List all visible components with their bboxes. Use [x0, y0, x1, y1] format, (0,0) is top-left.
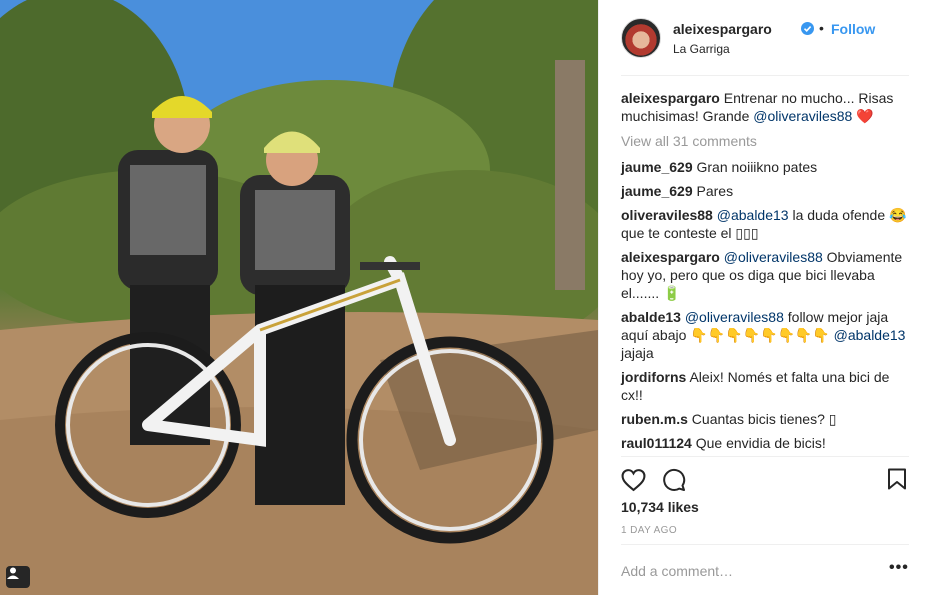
- comment-item: aleixespargaro @oliveraviles88 Obviament…: [621, 248, 913, 302]
- comment-item: jaume_629 Pares: [621, 182, 913, 200]
- separator-dot: •: [819, 20, 824, 36]
- comment-username[interactable]: raul011124: [621, 435, 692, 451]
- caption-username[interactable]: aleixespargaro: [621, 90, 720, 106]
- post-sidebar: aleixespargaro • Follow La Garriga aleix…: [598, 0, 931, 595]
- comment-username[interactable]: jordiforns: [621, 369, 686, 385]
- author-username[interactable]: aleixespargaro: [673, 21, 772, 37]
- follow-button[interactable]: Follow: [831, 21, 875, 37]
- bookmark-icon[interactable]: [887, 468, 907, 490]
- comment-username[interactable]: jaume_629: [621, 159, 693, 175]
- comment-mention[interactable]: @abalde13: [834, 327, 906, 343]
- add-comment-bar: •••: [621, 544, 909, 595]
- post-timestamp[interactable]: 1 DAY AGO: [621, 525, 677, 536]
- more-options-icon[interactable]: •••: [889, 559, 909, 577]
- verified-badge-icon: [801, 22, 814, 35]
- add-comment-input[interactable]: [621, 563, 871, 579]
- heart-icon[interactable]: [621, 468, 646, 492]
- comment-rows: jaume_629 Gran noiiikno pates jaume_629 P…: [621, 158, 913, 452]
- comment-username[interactable]: jaume_629: [621, 183, 693, 199]
- location-link[interactable]: La Garriga: [673, 42, 730, 56]
- caption: aleixespargaro Entrenar no mucho... Risa…: [621, 89, 913, 125]
- comments-list: aleixespargaro Entrenar no mucho... Risa…: [621, 89, 913, 458]
- user-tag-icon[interactable]: [6, 566, 30, 588]
- comment-text: Que envidia de bicis!: [695, 435, 826, 451]
- comment-item: jaume_629 Gran noiiikno pates: [621, 158, 913, 176]
- likes-count[interactable]: 10,734 likes: [621, 499, 699, 515]
- comment-text: jajaja: [621, 345, 654, 361]
- heart-emoji: ❤️: [856, 108, 874, 124]
- photo-illustration: [0, 0, 598, 595]
- view-all-comments-link[interactable]: View all 31 comments: [621, 132, 913, 150]
- comment-item: ruben.m.s Cuantas bicis tienes? ▯: [621, 410, 913, 428]
- comment-username[interactable]: abalde13: [621, 309, 681, 325]
- comment-username[interactable]: aleixespargaro: [621, 249, 720, 265]
- caption-mention[interactable]: @oliveraviles88: [753, 108, 852, 124]
- comment-username[interactable]: ruben.m.s: [621, 411, 688, 427]
- comment-text: Pares: [696, 183, 734, 199]
- action-bar: [621, 456, 909, 494]
- avatar[interactable]: [621, 18, 661, 58]
- comment-item: abalde13 @oliveraviles88 follow mejor ja…: [621, 308, 913, 362]
- comment-mention[interactable]: @oliveraviles88: [685, 309, 784, 325]
- comment-icon[interactable]: [662, 468, 686, 492]
- comment-mention[interactable]: @abalde13: [717, 207, 789, 223]
- comment-text: Gran noiiikno pates: [696, 159, 818, 175]
- post-photo[interactable]: [0, 0, 598, 595]
- comment-username[interactable]: oliveraviles88: [621, 207, 713, 223]
- comment-text: Cuantas bicis tienes? ▯: [691, 411, 837, 427]
- comment-item: jordiforns Aleix! Només et falta una bic…: [621, 368, 913, 404]
- comment-text: la duda ofende: [788, 207, 889, 223]
- comment-item: raul011124 Que envidia de bicis!: [621, 434, 913, 452]
- comment-item: oliveraviles88 @abalde13 la duda ofende …: [621, 206, 913, 242]
- post-header: aleixespargaro • Follow La Garriga: [621, 18, 909, 76]
- comment-mention[interactable]: @oliveraviles88: [724, 249, 823, 265]
